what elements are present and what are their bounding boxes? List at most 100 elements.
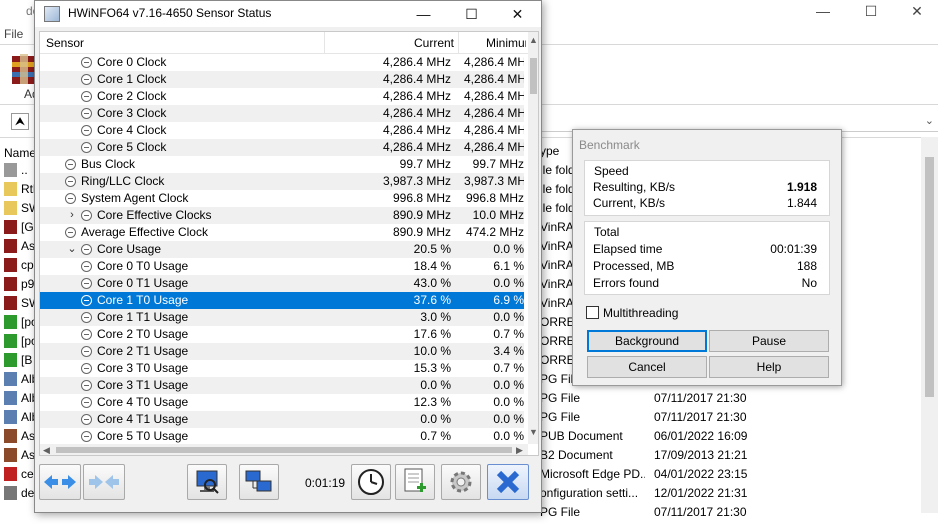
- total-group-label: Total: [594, 225, 620, 239]
- bg-minimize-button[interactable]: —: [800, 0, 846, 22]
- sensor-minimum-value: 996.8 MHz: [465, 191, 524, 205]
- sensor-row[interactable]: Core 4 T1 Usage 0.0 % 0.0 %: [40, 411, 524, 428]
- sensor-row[interactable]: Core 2 Clock 4,286.4 MHz 4,286.4 MHz: [40, 88, 524, 105]
- bg-menu-file[interactable]: File: [4, 27, 23, 41]
- column-header-minimum[interactable]: Minimum: [486, 36, 526, 50]
- scroll-left-arrow-icon[interactable]: ◀: [43, 444, 50, 455]
- sensor-gauge-icon: [65, 176, 76, 187]
- file-icon: [4, 220, 17, 234]
- minimize-button[interactable]: —: [401, 1, 446, 27]
- monitor-search-icon: [196, 470, 219, 494]
- cancel-button[interactable]: Cancel: [587, 356, 707, 378]
- sensor-list-horizontal-scrollbar[interactable]: ◀ ▶: [40, 444, 528, 455]
- sensor-row[interactable]: Core 5 T0 Usage 0.7 % 0.0 %: [40, 428, 524, 444]
- scroll-right-arrow-icon[interactable]: ▶: [516, 444, 523, 455]
- sensor-row[interactable]: Core 5 Clock 4,286.4 MHz 4,286.4 MHz: [40, 139, 524, 156]
- sensor-row-selected[interactable]: Core 1 T0 Usage 37.6 % 6.9 %: [40, 292, 524, 309]
- pause-button[interactable]: Pause: [709, 330, 829, 352]
- vertical-scroll-thumb[interactable]: [530, 58, 537, 94]
- sensor-minimum-value: 0.0 %: [493, 429, 524, 443]
- sensor-row[interactable]: Core 3 T1 Usage 0.0 % 0.0 %: [40, 377, 524, 394]
- sensor-label: Core 3 Clock: [97, 106, 167, 120]
- sensor-row[interactable]: Core 1 Clock 4,286.4 MHz 4,286.4 MHz: [40, 71, 524, 88]
- column-header-current[interactable]: Current: [414, 36, 454, 50]
- bg-file-date: 17/09/2013 21:21: [654, 448, 748, 462]
- sensor-row[interactable]: Core 3 T0 Usage 15.3 % 0.7 %: [40, 360, 524, 377]
- close-sensors-button[interactable]: [487, 464, 529, 500]
- bg-file-detail-row[interactable]: PG File 07/11/2017 21:30: [540, 505, 938, 524]
- settings-button[interactable]: [441, 464, 481, 500]
- sensor-row[interactable]: Average Effective Clock 890.9 MHz 474.2 MH…: [40, 224, 524, 241]
- help-button[interactable]: Help: [709, 356, 829, 378]
- hwinfo-titlebar[interactable]: HWiNFO64 v7.16-4650 Sensor Status — ☐ ✕: [35, 1, 541, 27]
- reset-timer-button[interactable]: [351, 464, 391, 500]
- sensor-row[interactable]: Bus Clock 99.7 MHz 99.7 MHz: [40, 156, 524, 173]
- chevron-right-icon[interactable]: ›: [67, 207, 77, 224]
- background-button[interactable]: Background: [587, 330, 707, 352]
- sensor-row[interactable]: Core 0 T1 Usage 43.0 % 0.0 %: [40, 275, 524, 292]
- current-speed-value: 1.844: [786, 196, 817, 210]
- bg-column-header-name[interactable]: Name: [4, 146, 36, 160]
- sensor-row[interactable]: Core 2 T1 Usage 10.0 % 3.4 %: [40, 343, 524, 360]
- bg-file-detail-row[interactable]: Microsoft Edge PD... 04/01/2022 23:15: [540, 467, 938, 486]
- close-button[interactable]: ✕: [495, 1, 540, 27]
- logging-button[interactable]: [395, 464, 435, 500]
- hwinfo-window-title: HWiNFO64 v7.16-4650 Sensor Status: [68, 6, 272, 20]
- bg-vertical-scrollbar[interactable]: [921, 137, 938, 513]
- sensor-row[interactable]: Core 2 T0 Usage 17.6 % 0.7 %: [40, 326, 524, 343]
- hwinfo-bottom-toolbar: 0:01:19: [35, 459, 541, 512]
- horizontal-scroll-thumb[interactable]: [56, 447, 512, 453]
- file-icon: [4, 372, 17, 386]
- sensor-list[interactable]: Sensor Current Minimum Core 0 Clock 4,286…: [39, 31, 539, 456]
- bg-file-detail-row[interactable]: PUB Document 06/01/2022 16:09: [540, 429, 938, 448]
- chevron-down-icon[interactable]: ⌄: [67, 241, 77, 258]
- multithreading-label[interactable]: Multithreading: [603, 306, 678, 320]
- sensor-row[interactable]: System Agent Clock 996.8 MHz 996.8 MHz: [40, 190, 524, 207]
- hwinfo-app-icon: [44, 6, 60, 22]
- bg-file-type: onfiguration setti...: [540, 486, 639, 500]
- scroll-up-arrow-icon[interactable]: ▲: [528, 34, 538, 46]
- sensor-row[interactable]: Core 0 Clock 4,286.4 MHz 4,286.4 MHz: [40, 54, 524, 71]
- expand-all-button[interactable]: [39, 464, 81, 500]
- sensor-row[interactable]: Core 4 T0 Usage 12.3 % 0.0 %: [40, 394, 524, 411]
- bg-file-detail-row[interactable]: onfiguration setti... 12/01/2022 21:31: [540, 486, 938, 505]
- scroll-down-arrow-icon[interactable]: ▼: [528, 426, 538, 438]
- bg-file-date: 12/01/2022 21:31: [654, 486, 748, 500]
- collapse-all-button[interactable]: [83, 464, 125, 500]
- sensor-current-value: 15.3 %: [413, 361, 451, 375]
- up-folder-button[interactable]: ⮝: [11, 113, 29, 130]
- sensor-row[interactable]: Core 4 Clock 4,286.4 MHz 4,286.4 MHz: [40, 122, 524, 139]
- bg-file-detail-row[interactable]: PG File 07/11/2017 21:30: [540, 410, 938, 429]
- multithreading-checkbox[interactable]: [586, 306, 599, 319]
- bg-file-detail-row[interactable]: B2 Document 17/09/2013 21:21: [540, 448, 938, 467]
- bg-file-type: PUB Document: [540, 429, 623, 443]
- bg-file-detail-row[interactable]: PG File 07/11/2017 21:30: [540, 391, 938, 410]
- sensor-row[interactable]: Core 3 Clock 4,286.4 MHz 4,286.4 MHz: [40, 105, 524, 122]
- chevron-down-icon[interactable]: ⌄: [925, 114, 934, 127]
- bg-file-type: PG File: [540, 505, 581, 519]
- sensor-current-value: 0.0 %: [420, 378, 451, 392]
- sensor-current-value: 4,286.4 MHz: [382, 123, 451, 137]
- sensor-list-vertical-scrollbar[interactable]: ▲ ▼: [528, 32, 538, 444]
- sensor-row[interactable]: Core 0 T0 Usage 18.4 % 6.1 %: [40, 258, 524, 275]
- file-icon: [4, 201, 17, 215]
- bg-close-button[interactable]: ✕: [894, 0, 938, 22]
- sensor-label: Core 4 T1 Usage: [97, 412, 189, 426]
- sensor-row[interactable]: Ring/LLC Clock 3,987.3 MHz 3,987.3 MHz: [40, 173, 524, 190]
- network-button[interactable]: [239, 464, 279, 500]
- sensor-label: Core Usage: [97, 242, 162, 256]
- sensor-gauge-icon: [65, 159, 76, 170]
- sensor-monitor-button[interactable]: [187, 464, 227, 500]
- sensor-current-value: 17.6 %: [413, 327, 451, 341]
- sensor-minimum-value: 0.7 %: [493, 327, 524, 341]
- sensor-gauge-icon: [81, 278, 92, 289]
- speed-group-label: Speed: [594, 164, 629, 178]
- bg-maximize-button[interactable]: ☐: [848, 0, 894, 22]
- column-header-sensor[interactable]: Sensor: [46, 36, 84, 50]
- sensor-gauge-icon: [65, 227, 76, 238]
- sensor-row[interactable]: ⌄ Core Usage 20.5 % 0.0 %: [40, 241, 524, 258]
- sensor-row[interactable]: Core 1 T1 Usage 3.0 % 0.0 %: [40, 309, 524, 326]
- sensor-row[interactable]: › Core Effective Clocks 890.9 MHz 10.0 MHz: [40, 207, 524, 224]
- maximize-button[interactable]: ☐: [449, 1, 494, 27]
- sensor-minimum-value: 0.0 %: [493, 378, 524, 392]
